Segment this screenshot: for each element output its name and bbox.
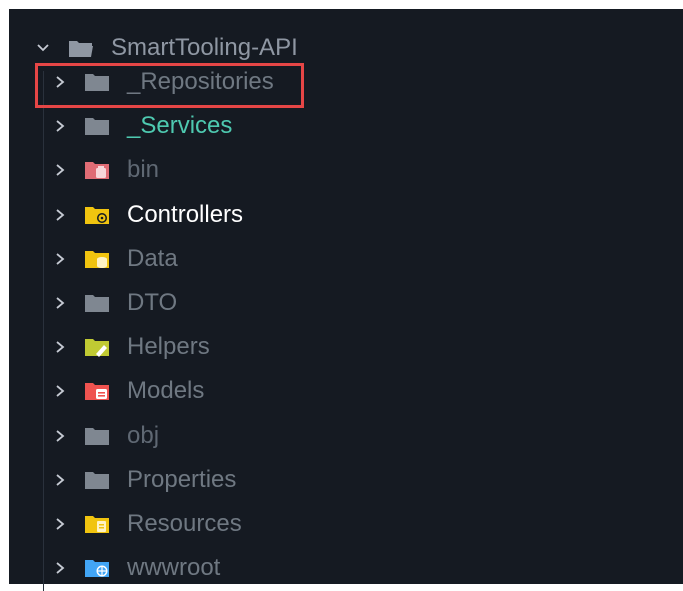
folder-controllers-icon — [84, 205, 110, 225]
folder-label: DTO — [127, 289, 178, 316]
tree-item-dto[interactable]: DTO — [9, 281, 683, 325]
tree-item-models[interactable]: Models — [9, 369, 683, 413]
folder-helper-icon — [84, 337, 110, 357]
folder-icon — [84, 116, 110, 136]
tree-item-data[interactable]: Data — [9, 237, 683, 281]
folder-icon — [84, 426, 110, 446]
highlight-box — [35, 63, 304, 108]
chevron-right-icon[interactable] — [51, 559, 69, 577]
chevron-right-icon[interactable] — [51, 338, 69, 356]
folder-resources-icon — [84, 514, 110, 534]
tree-item-bin[interactable]: bin — [9, 148, 683, 192]
folder-bin-icon — [84, 160, 110, 180]
file-explorer-panel: SmartTooling-API _Repositories _Services b… — [9, 9, 683, 591]
folder-label: wwwroot — [127, 554, 221, 581]
tree-item-resources[interactable]: Resources — [9, 502, 683, 546]
chevron-right-icon[interactable] — [51, 471, 69, 489]
folder-label: Data — [127, 245, 178, 272]
chevron-right-icon[interactable] — [51, 161, 69, 179]
chevron-right-icon[interactable] — [51, 117, 69, 135]
tree-item-wwwroot[interactable]: wwwroot — [9, 546, 683, 590]
tree-item-obj[interactable]: obj — [9, 414, 683, 458]
chevron-right-icon[interactable] — [51, 206, 69, 224]
chevron-right-icon[interactable] — [51, 382, 69, 400]
tree-item-controllers[interactable]: Controllers — [9, 193, 683, 237]
tree-item-helpers[interactable]: Helpers — [9, 325, 683, 369]
folder-label: _Services — [127, 112, 233, 139]
folder-label: Properties — [127, 466, 237, 493]
folder-label: Models — [127, 377, 205, 404]
folder-web-icon — [84, 558, 110, 578]
folder-label: obj — [127, 422, 160, 449]
chevron-right-icon[interactable] — [51, 515, 69, 533]
chevron-right-icon[interactable] — [51, 294, 69, 312]
chevron-right-icon[interactable] — [51, 427, 69, 445]
folder-icon — [84, 470, 110, 490]
folder-label: Helpers — [127, 333, 210, 360]
folder-label: bin — [127, 156, 160, 183]
root-folder-label: SmartTooling-API — [111, 34, 298, 61]
folder-icon — [84, 293, 110, 313]
chevron-down-icon[interactable] — [34, 39, 52, 57]
folder-open-icon — [68, 38, 94, 58]
tree-item-properties[interactable]: Properties — [9, 458, 683, 502]
folder-database-icon — [84, 249, 110, 269]
tree-item-services[interactable]: _Services — [9, 104, 683, 148]
folder-label: Resources — [127, 510, 242, 537]
chevron-right-icon[interactable] — [51, 250, 69, 268]
folder-label: Controllers — [127, 201, 244, 228]
folder-models-icon — [84, 381, 110, 401]
